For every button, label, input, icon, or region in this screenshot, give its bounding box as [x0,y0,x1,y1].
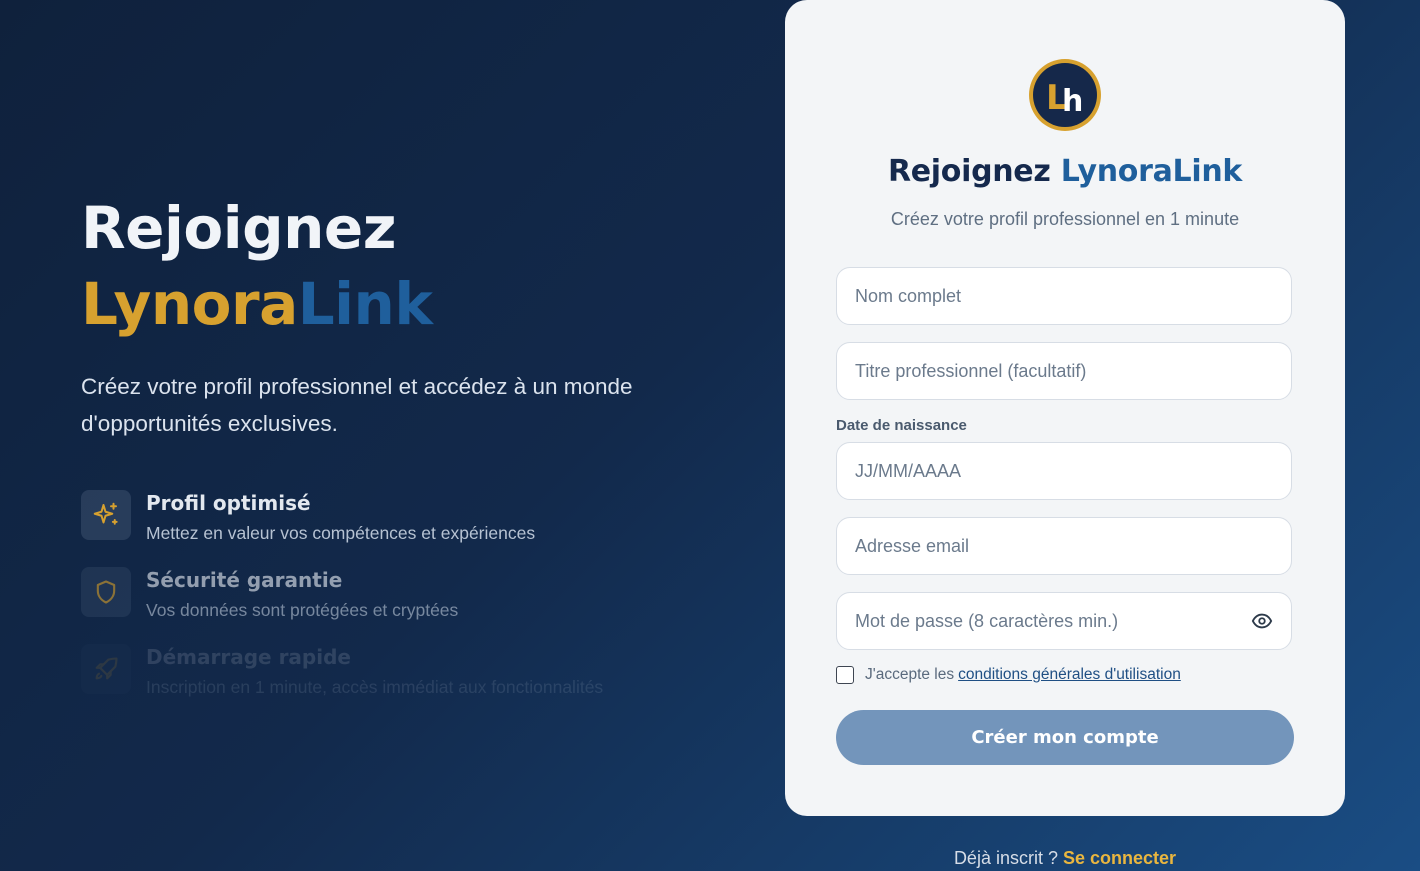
password-input[interactable]: Mot de passe (8 caractères min.) [836,592,1292,650]
feature-item-security: Sécurité garantie Vos données sont proté… [81,565,701,642]
sparkles-icon [81,490,131,540]
login-prompt: Déjà inscrit ? Se connecter [785,848,1345,869]
hero-title-brand-part1: Lynora [81,270,298,338]
hero-title-brand-part2: Link [297,270,433,338]
email-placeholder: Adresse email [855,535,970,556]
feature-item-quickstart: Démarrage rapide Inscription en 1 minute… [81,642,701,719]
logo: L h [1029,59,1101,131]
shield-icon [81,567,131,617]
email-input[interactable]: Adresse email [836,517,1292,575]
birth-date-input[interactable]: JJ/MM/AAAA [836,442,1292,500]
feature-description: Mettez en valeur vos compétences et expé… [146,523,536,543]
login-prefix: Déjà inscrit ? [953,848,1058,868]
card-title: Rejoignez LynoraLink [785,154,1345,189]
feature-item-profile: Profil optimisé Mettez en valeur vos com… [81,488,701,565]
login-link[interactable]: Se connecter [1063,848,1176,868]
full-name-placeholder: Nom complet [855,285,962,306]
birth-date-label: Date de naissance [836,417,967,434]
feature-title: Sécurité garantie [146,568,343,592]
card-title-brand: LynoraLink [1060,154,1243,189]
logo-mark: L h [1033,63,1097,127]
password-placeholder: Mot de passe (8 caractères min.) [855,610,1119,631]
birth-date-placeholder: JJ/MM/AAAA [855,460,962,481]
signup-card: L h Rejoignez LynoraLink Créez votre pro… [785,0,1345,816]
feature-description: Inscription en 1 minute, accès immédiat … [146,677,604,697]
feature-title: Démarrage rapide [146,645,351,669]
card-title-prefix: Rejoignez [887,154,1051,189]
terms-prefix: J'accepte les [865,666,955,683]
hero-title-line1: Rejoignez [81,194,397,262]
rocket-icon [81,644,131,694]
terms-row: J'accepte les conditions générales d'uti… [836,666,1181,684]
feature-title: Profil optimisé [146,491,311,515]
eye-icon[interactable] [1251,610,1273,632]
job-title-placeholder: Titre professionnel (facultatif) [855,360,1087,381]
terms-checkbox[interactable] [836,666,854,684]
hero-title: Rejoignez LynoraLink [81,190,701,342]
feature-description: Vos données sont protégées et cryptées [146,600,459,620]
hero-section: Rejoignez LynoraLink Créez votre profil … [81,190,701,719]
job-title-input[interactable]: Titre professionnel (facultatif) [836,342,1292,400]
create-account-button[interactable]: Créer mon compte [836,710,1294,765]
card-subtitle: Créez votre profil professionnel en 1 mi… [890,209,1240,229]
hero-description: Créez votre profil professionnel et accé… [81,374,633,436]
terms-link[interactable]: conditions générales d'utilisation [958,666,1181,684]
full-name-input[interactable]: Nom complet [836,267,1292,325]
svg-text:h: h [1062,84,1083,117]
feature-list: Profil optimisé Mettez en valeur vos com… [81,488,701,719]
